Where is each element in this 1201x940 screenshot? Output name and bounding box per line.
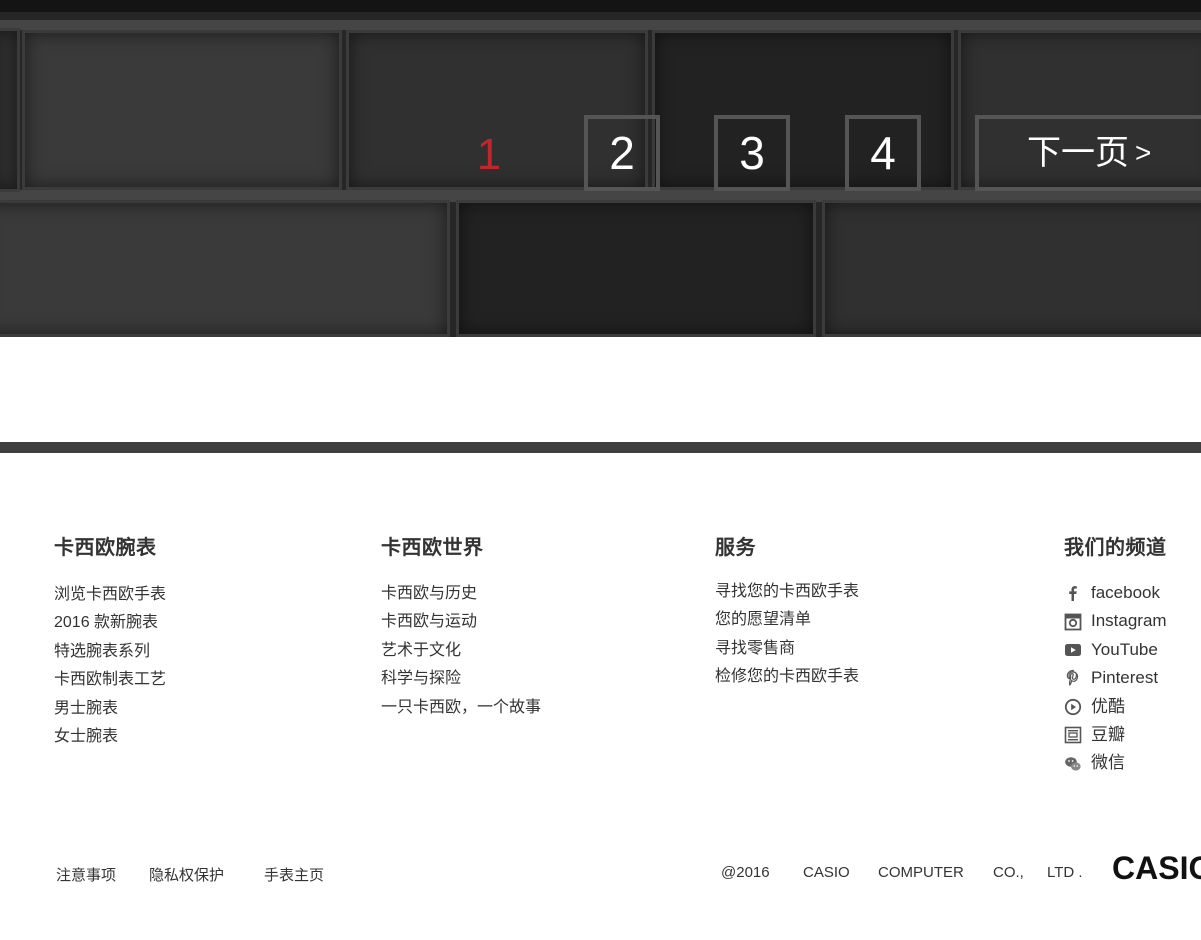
footer-link[interactable]: 检修您的卡西欧手表: [715, 663, 859, 691]
youku-icon: [1064, 698, 1082, 716]
channel-link-youku[interactable]: 优酷: [1064, 693, 1167, 721]
footer-link[interactable]: 特选腕表系列: [54, 638, 166, 666]
footer-divider: [0, 442, 1201, 453]
copyright-part: COMPUTER: [878, 864, 964, 881]
facebook-icon: [1064, 584, 1082, 602]
footer-link[interactable]: 卡西欧与历史: [381, 580, 541, 608]
copyright-part: CASIO: [803, 864, 850, 881]
channel-label: 优酷: [1091, 696, 1125, 716]
footer-link[interactable]: 科学与探险: [381, 665, 541, 693]
legal-link-privacy[interactable]: 隐私权保护: [149, 864, 224, 885]
footer-link[interactable]: 艺术于文化: [381, 637, 541, 665]
footer-column-title: 服务: [715, 537, 756, 559]
footer-link[interactable]: 寻找零售商: [715, 635, 859, 663]
instagram-icon: [1064, 613, 1082, 631]
next-page-button[interactable]: 下一页 >: [975, 115, 1201, 191]
douban-icon: [1064, 726, 1082, 744]
channel-link-wechat[interactable]: 微信: [1064, 749, 1167, 777]
next-page-label: 下一页: [1027, 134, 1129, 172]
channel-link-pinterest[interactable]: Pinterest: [1064, 664, 1167, 692]
channel-link-instagram[interactable]: Instagram: [1064, 607, 1167, 635]
footer-link[interactable]: 您的愿望清单: [715, 606, 859, 634]
page-button-3[interactable]: 3: [714, 115, 790, 191]
footer-column-watches: 卡西欧腕表 浏览卡西欧手表 2016 款新腕表 特选腕表系列 卡西欧制表工艺 男…: [54, 534, 166, 751]
footer-link[interactable]: 2016 款新腕表: [54, 609, 166, 637]
page-button-2[interactable]: 2: [584, 115, 660, 191]
footer-column-title: 我们的频道: [1064, 537, 1167, 559]
copyright-year: @2016: [721, 864, 770, 881]
pinterest-icon: [1064, 669, 1082, 687]
channel-label: 微信: [1091, 753, 1125, 773]
footer-link[interactable]: 男士腕表: [54, 695, 166, 723]
channel-label: Instagram: [1091, 611, 1167, 631]
footer-link[interactable]: 一只卡西欧，一个故事: [381, 694, 541, 722]
copyright-part: CO.,: [993, 864, 1024, 881]
footer-column-title: 卡西欧腕表: [54, 537, 157, 559]
footer-link[interactable]: 女士腕表: [54, 723, 166, 751]
footer-column-channels: 我们的频道 facebook Instagram YouTube Pintere…: [1064, 534, 1167, 778]
footer-link[interactable]: 卡西欧与运动: [381, 608, 541, 636]
youtube-icon: [1064, 641, 1082, 659]
chevron-right-icon: >: [1135, 137, 1152, 168]
channel-label: Pinterest: [1091, 668, 1159, 688]
legal-link-notice[interactable]: 注意事项: [56, 864, 116, 885]
footer-link[interactable]: 浏览卡西欧手表: [54, 581, 166, 609]
footer-column-title: 卡西欧世界: [381, 537, 484, 559]
page-button-4[interactable]: 4: [845, 115, 921, 191]
footer-column-world: 卡西欧世界 卡西欧与历史 卡西欧与运动 艺术于文化 科学与探险 一只卡西欧，一个…: [381, 534, 541, 722]
pagination: 1 2 3 4 下一页 >: [0, 0, 1201, 337]
casio-logo[interactable]: CASIO: [1112, 850, 1201, 887]
channel-link-youtube[interactable]: YouTube: [1064, 636, 1167, 664]
channel-label: YouTube: [1091, 639, 1158, 659]
legal-link-watch-home[interactable]: 手表主页: [264, 864, 324, 885]
wechat-icon: [1064, 755, 1082, 773]
footer-link[interactable]: 寻找您的卡西欧手表: [715, 578, 859, 606]
channel-label: facebook: [1091, 583, 1160, 602]
footer-link[interactable]: 卡西欧制表工艺: [54, 666, 166, 694]
footer-column-service: 服务 寻找您的卡西欧手表 您的愿望清单 寻找零售商 检修您的卡西欧手表: [715, 534, 859, 692]
copyright-part: LTD .: [1047, 864, 1083, 881]
channel-link-douban[interactable]: 豆瓣: [1064, 721, 1167, 749]
brick-wall-banner: 1 2 3 4 下一页 >: [0, 0, 1201, 337]
channel-link-facebook[interactable]: facebook: [1064, 579, 1167, 607]
page-current[interactable]: 1: [472, 129, 506, 181]
channel-label: 豆瓣: [1091, 724, 1125, 744]
